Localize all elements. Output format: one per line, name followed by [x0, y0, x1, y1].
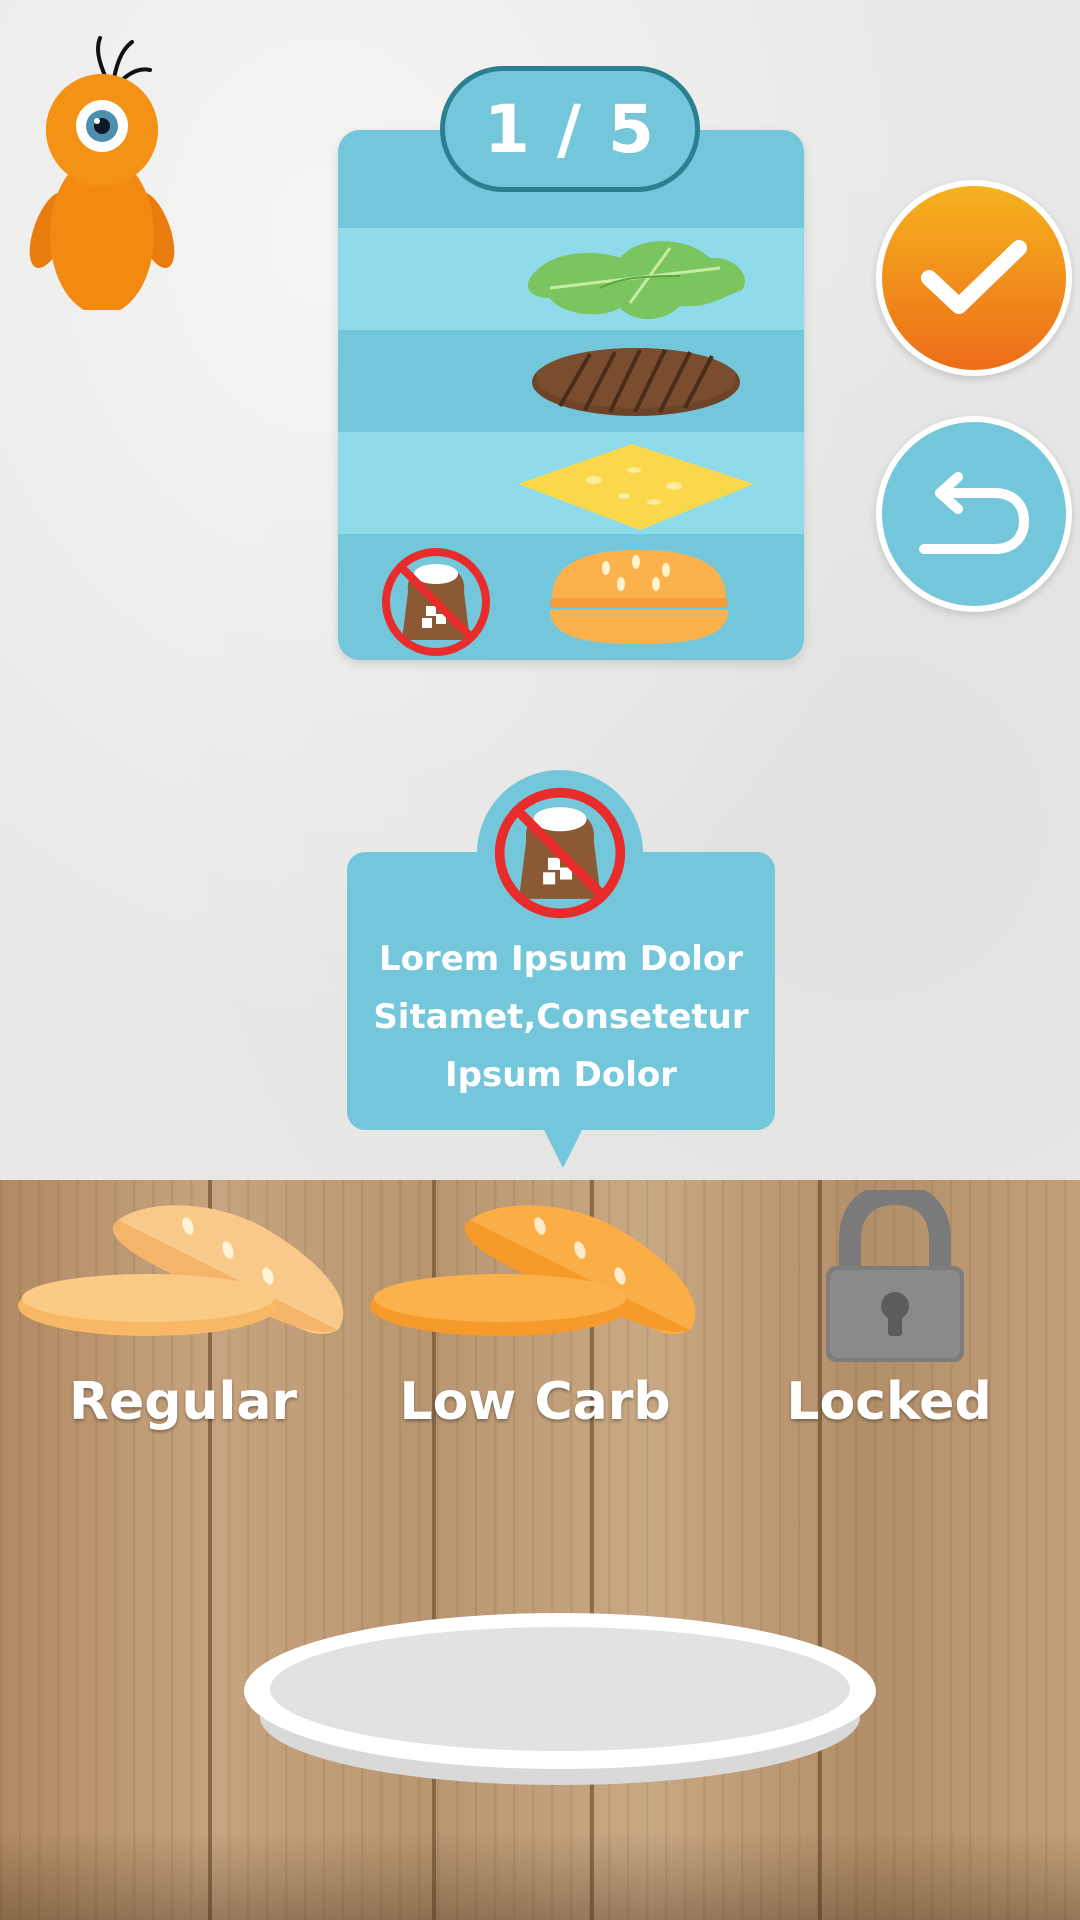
bun-icon — [550, 550, 728, 644]
cheese-icon — [518, 444, 754, 530]
lettuce-icon — [527, 241, 745, 320]
recipe-layer-cheese — [338, 432, 804, 534]
bun-option-label: Regular — [68, 1372, 298, 1432]
confirm-button[interactable] — [876, 180, 1072, 376]
info-bubble-badge — [477, 770, 643, 936]
recipe-card — [338, 130, 804, 660]
bun-option-locked[interactable]: Locked — [724, 1190, 1054, 1450]
info-bubble-text: Lorem Ipsum Dolor Sitamet,Consetetur Ips… — [347, 930, 775, 1104]
undo-button[interactable] — [876, 416, 1072, 612]
no-sugar-icon — [382, 548, 490, 656]
low-carb-bun-icon — [370, 1205, 696, 1336]
level-counter: 1 / 5 — [440, 66, 700, 192]
info-bubble-tail — [543, 1128, 583, 1168]
recipe-layer-lettuce — [338, 228, 804, 330]
no-sugar-icon — [494, 787, 626, 919]
mascot-icon — [29, 36, 175, 310]
info-line: Ipsum Dolor — [444, 1055, 678, 1095]
bun-option-label: Low Carb — [399, 1372, 671, 1432]
recipe-layer-patty — [338, 330, 804, 432]
bun-option-regular[interactable]: Regular — [18, 1190, 348, 1450]
bun-option-low-carb[interactable]: Low Carb — [370, 1190, 700, 1450]
info-line: Lorem Ipsum Dolor — [378, 939, 744, 979]
regular-bun-icon — [18, 1205, 344, 1336]
bun-option-label: Locked — [786, 1372, 992, 1432]
checkmark-icon — [921, 240, 1027, 314]
plate[interactable] — [240, 1605, 880, 1785]
patty-icon — [532, 348, 740, 416]
lock-icon — [826, 1190, 964, 1362]
undo-arrow-icon — [919, 472, 1030, 554]
info-line: Sitamet,Consetetur — [373, 997, 749, 1037]
recipe-layer-bun — [338, 534, 804, 660]
